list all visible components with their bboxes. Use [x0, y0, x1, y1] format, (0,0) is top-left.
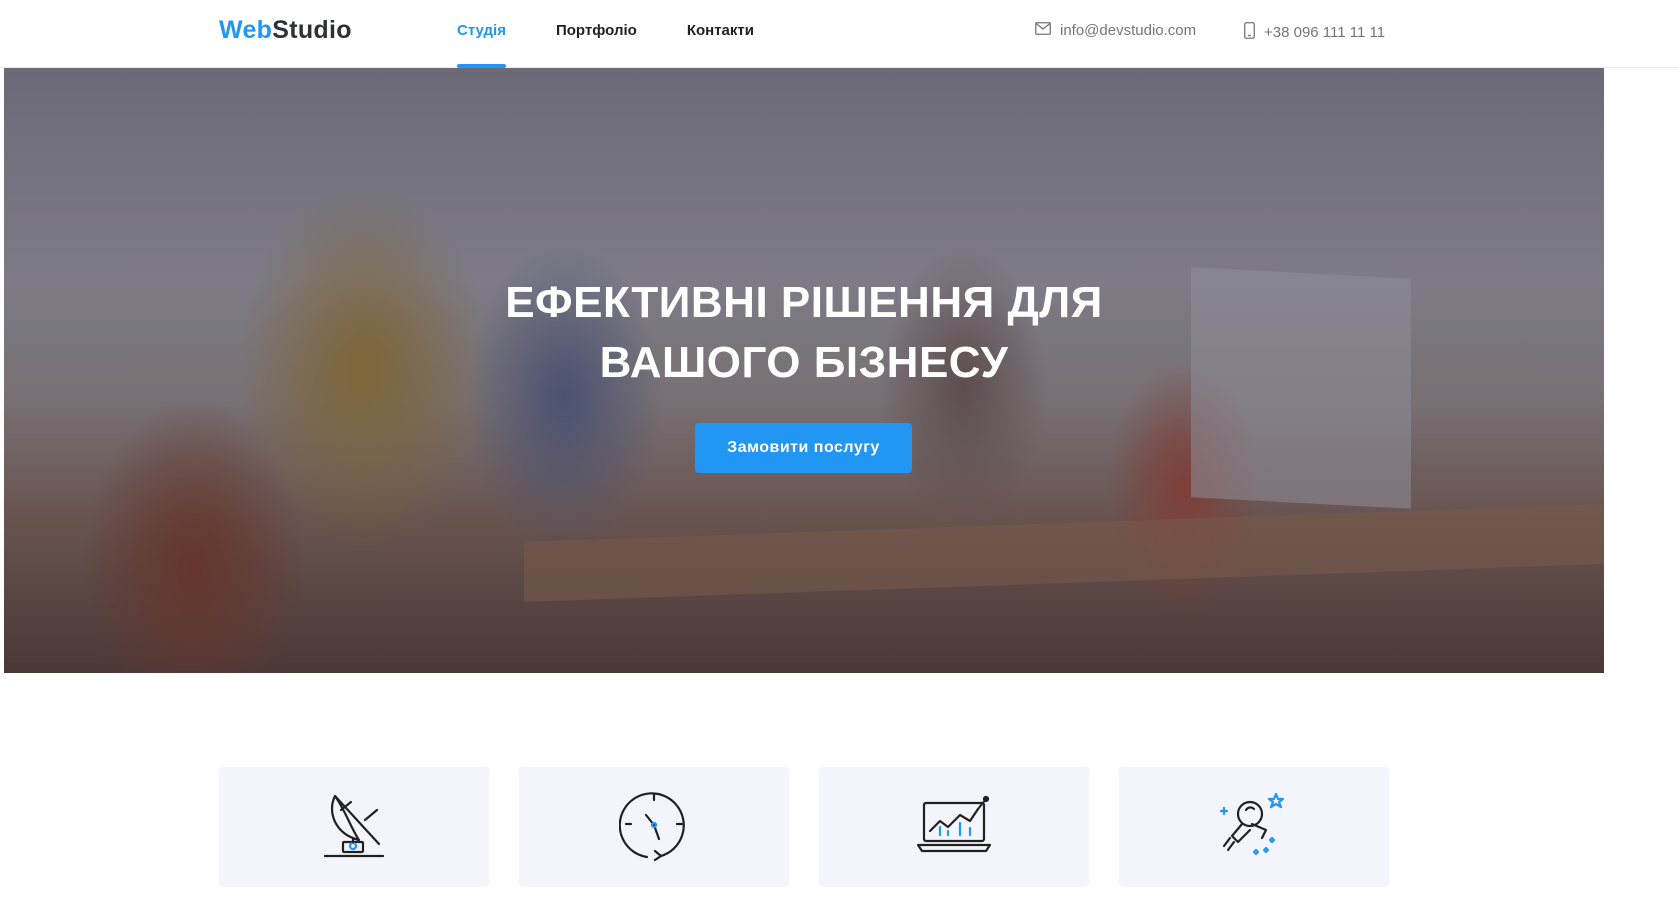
hero-title-line2: ВАШОГО БІЗНЕСУ — [599, 338, 1009, 387]
feature-card — [219, 767, 489, 887]
site-header: WebStudio Студія Портфоліо Контакти info… — [0, 0, 1678, 68]
astronaut-icon — [1216, 790, 1292, 865]
nav-item-studio[interactable]: Студія — [457, 0, 506, 68]
feature-card — [819, 767, 1089, 887]
nav-item-portfolio[interactable]: Портфоліо — [556, 0, 637, 68]
order-service-button[interactable]: Замовити послугу — [695, 423, 912, 473]
phone-text: +38 096 111 11 11 — [1264, 24, 1386, 41]
email-link[interactable]: info@devstudio.com — [1035, 22, 1196, 39]
nav-item-contacts[interactable]: Контакти — [687, 0, 754, 68]
logo-part-web: Web — [219, 16, 273, 44]
hero-title: ЕФЕКТИВНІ РІШЕННЯ ДЛЯ ВАШОГО БІЗНЕСУ — [4, 273, 1604, 393]
hero-section: ЕФЕКТИВНІ РІШЕННЯ ДЛЯ ВАШОГО БІЗНЕСУ Зам… — [4, 68, 1604, 673]
logo[interactable]: WebStudio — [219, 16, 352, 45]
feature-card — [1119, 767, 1389, 887]
phone-link[interactable]: +38 096 111 11 11 — [1244, 22, 1385, 43]
hero-title-line1: ЕФЕКТИВНІ РІШЕННЯ ДЛЯ — [505, 278, 1103, 327]
mail-icon — [1035, 22, 1051, 39]
laptop-chart-icon — [916, 795, 992, 860]
logo-part-studio: Studio — [272, 16, 352, 44]
clock-icon — [618, 789, 689, 866]
satellite-dish-icon — [321, 790, 387, 865]
features-section — [219, 767, 1389, 887]
feature-card — [519, 767, 789, 887]
email-text: info@devstudio.com — [1060, 22, 1197, 39]
main-nav: Студія Портфоліо Контакти — [457, 0, 804, 68]
phone-icon — [1244, 22, 1255, 43]
